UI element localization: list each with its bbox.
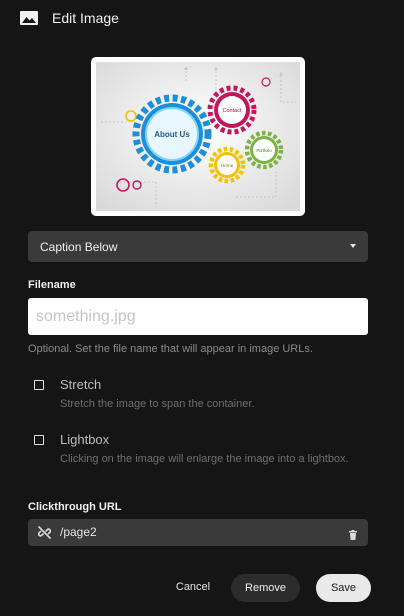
stretch-checkbox[interactable] [34,380,44,390]
caption-position-select[interactable]: Caption Below [28,231,368,262]
stretch-title: Stretch [60,377,102,392]
save-button[interactable]: Save [316,574,371,602]
filename-help-text: Optional. Set the file name that will ap… [28,343,313,355]
thumbnail-illustration: About Us Contact Portfolio Home [96,62,300,211]
unlink-icon [37,526,52,539]
clickthrough-url-field[interactable]: /page2 [28,519,368,546]
lightbox-checkbox[interactable] [34,435,44,445]
remove-button[interactable]: Remove [231,574,300,602]
cancel-button[interactable]: Cancel [170,575,216,599]
image-thumbnail[interactable]: About Us Contact Portfolio Home [91,57,305,216]
filename-label: Filename [28,279,76,291]
panel-title: Edit Image [52,10,119,26]
clickthrough-url-value: /page2 [60,525,97,539]
chevron-down-icon [350,244,356,248]
gear-label-portfolio: Portfolio [256,148,272,153]
edit-image-panel: Edit Image About Us Contact Portfolio Ho… [0,0,404,616]
lightbox-description: Clicking on the image will enlarge the i… [60,453,349,465]
trash-icon[interactable] [349,527,357,540]
clickthrough-url-label: Clickthrough URL [28,501,122,513]
gear-label-home: Home [221,163,234,169]
gear-label-main: About Us [154,130,190,139]
filename-input[interactable] [28,298,368,335]
image-icon [20,11,38,25]
panel-header: Edit Image [20,8,119,28]
stretch-description: Stretch the image to span the container. [60,398,255,410]
caption-select-value: Caption Below [40,239,118,254]
lightbox-title: Lightbox [60,432,110,447]
gear-label-contact: Contact [223,108,242,114]
